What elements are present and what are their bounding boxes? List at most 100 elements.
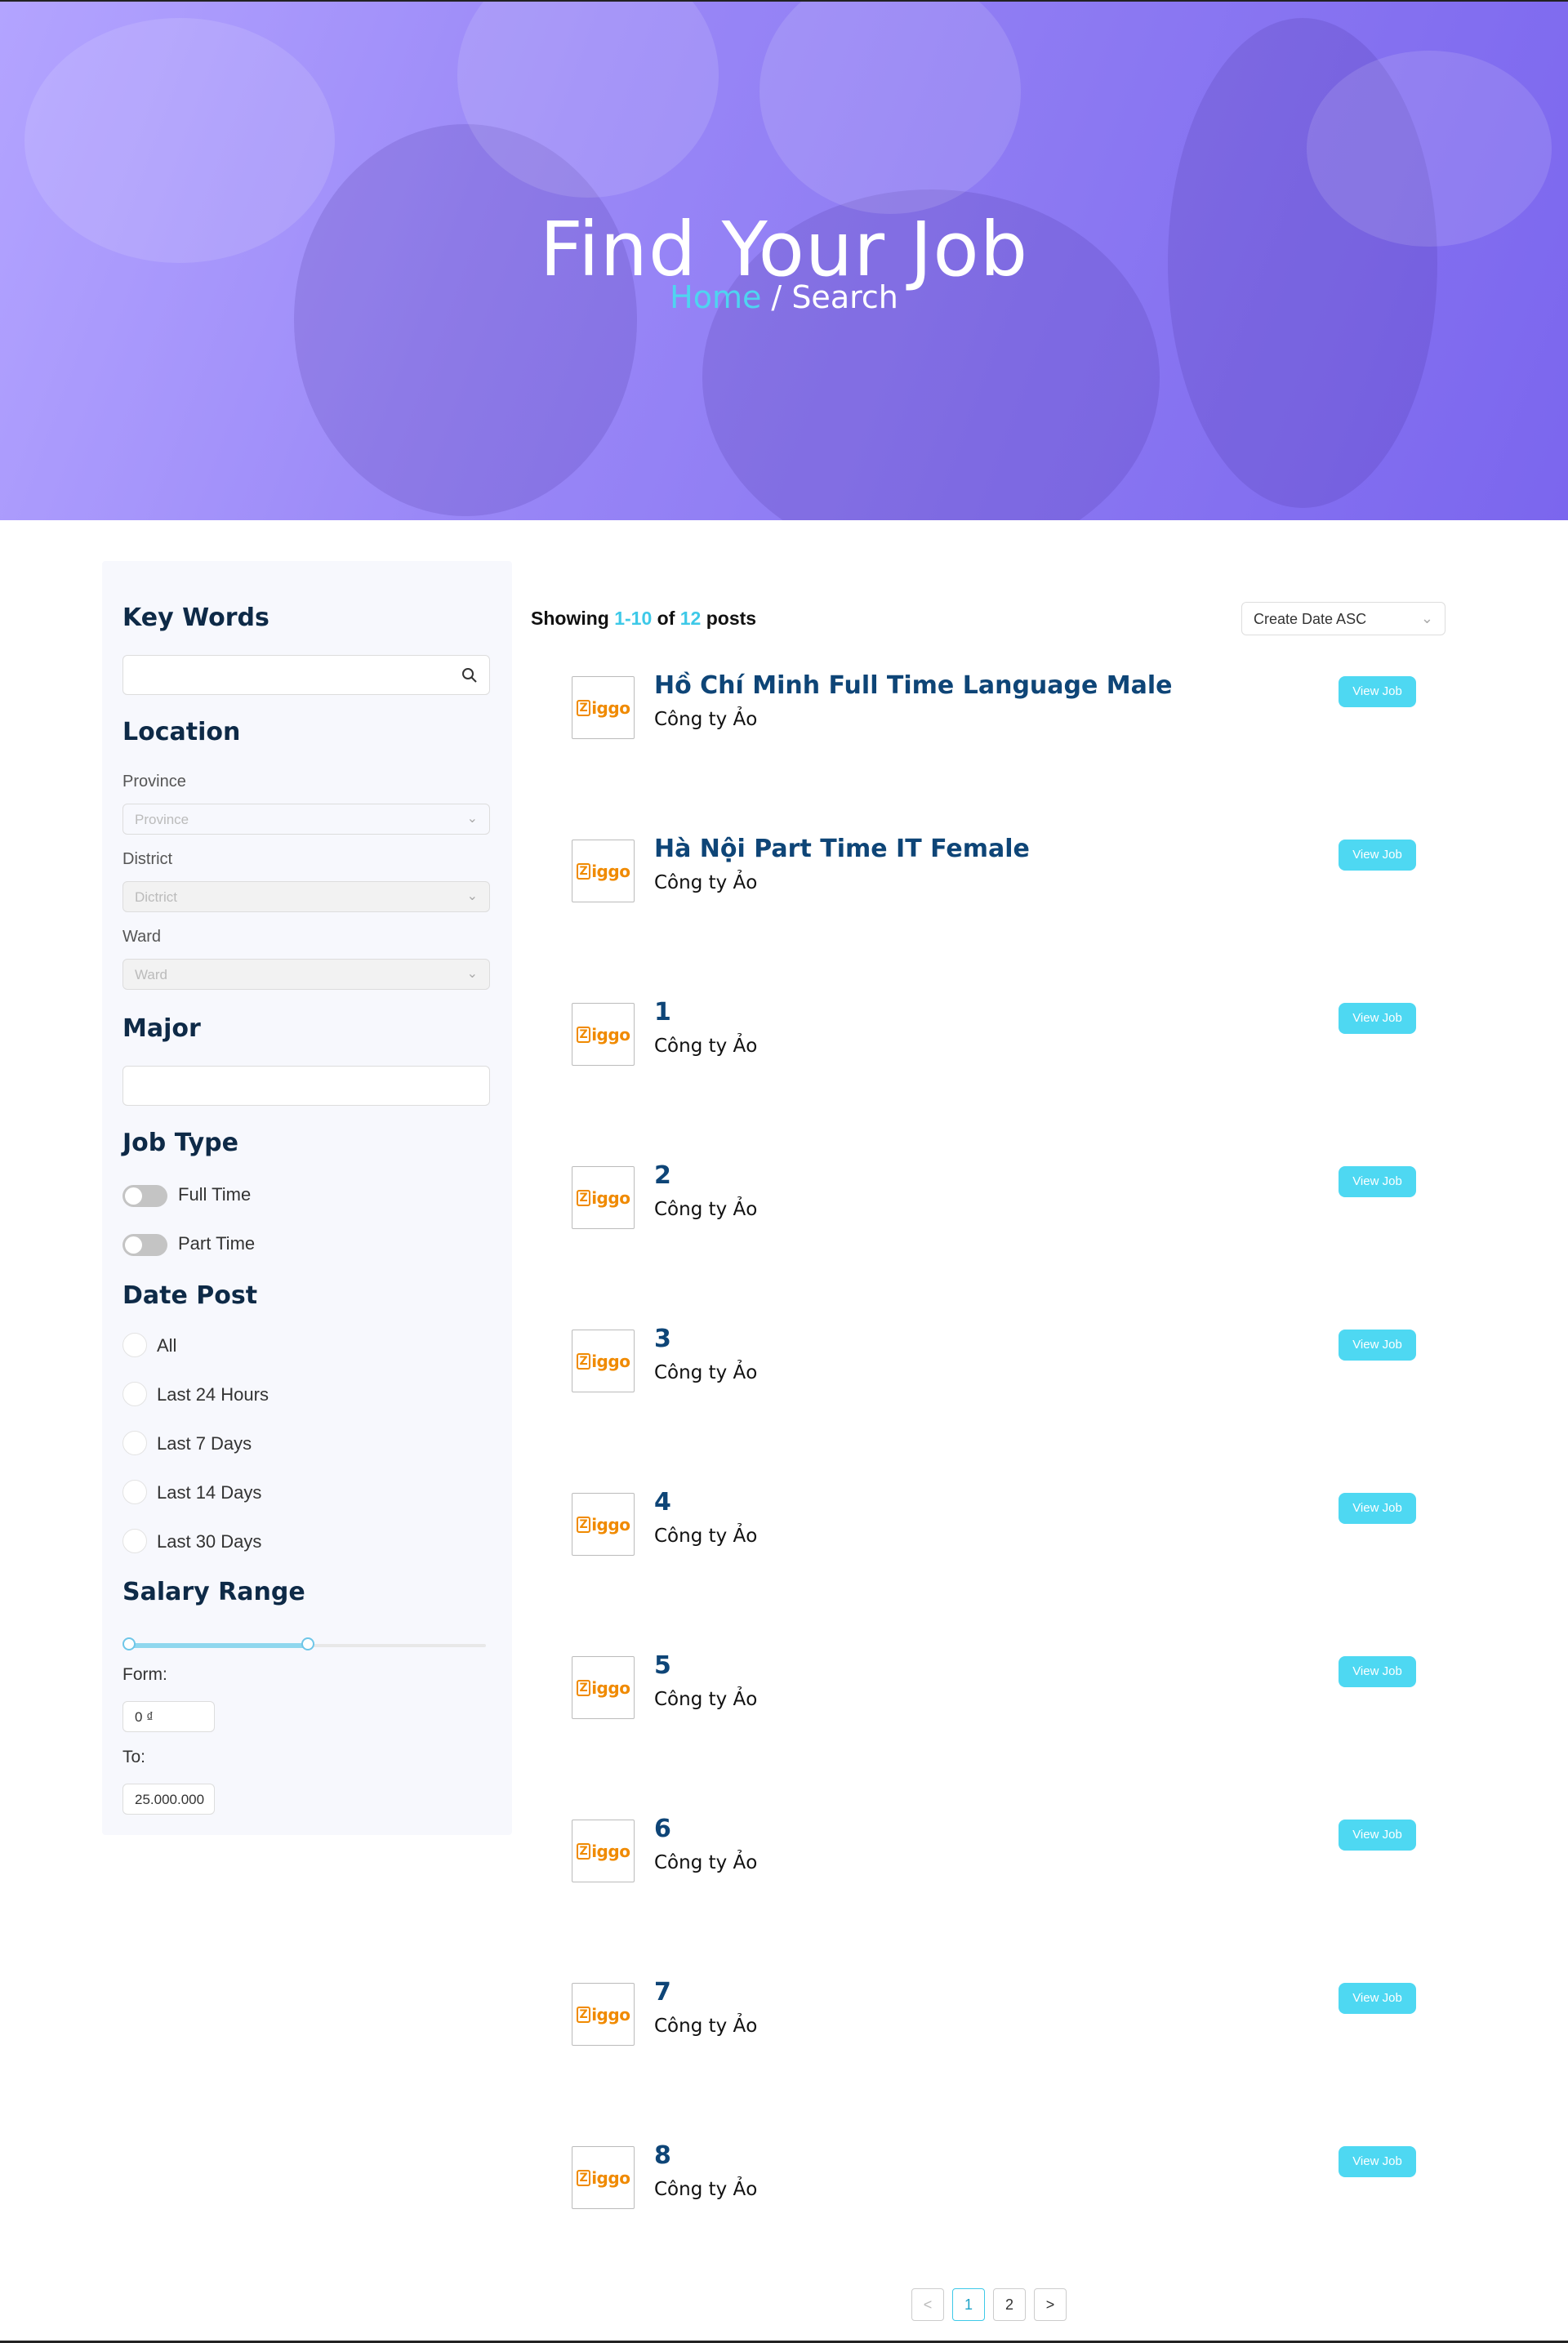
full-time-label: Full Time [178, 1184, 252, 1205]
date-post-label: Last 30 Days [157, 1531, 262, 1552]
job-item: Ziggo 3 Công ty Ảo View Job [572, 1325, 1417, 1395]
job-title-link[interactable]: 1 [654, 998, 671, 1027]
company-logo-text: iggo [591, 1024, 630, 1045]
job-company: Công ty Ảo [654, 872, 758, 893]
company-logo[interactable]: Ziggo [572, 1656, 635, 1719]
view-job-button[interactable]: View Job [1339, 1656, 1416, 1687]
province-placeholder: Province [135, 812, 189, 827]
job-item: Ziggo 7 Công ty Ảo View Job [572, 1978, 1417, 2048]
company-logo-text: iggo [591, 1841, 630, 1861]
ziggo-logo-mark: Z [576, 2006, 591, 2023]
date-post-radio-14d[interactable] [122, 1480, 147, 1504]
job-item: Ziggo 6 Công ty Ảo View Job [572, 1815, 1417, 1885]
date-post-radio-30d[interactable] [122, 1529, 147, 1553]
keywords-heading: Key Words [122, 604, 270, 632]
job-item: Ziggo Hồ Chí Minh Full Time Language Mal… [572, 671, 1417, 742]
results-of: of [652, 608, 680, 629]
view-job-button[interactable]: View Job [1339, 2146, 1416, 2177]
results-count: Showing 1-10 of 12 posts [531, 608, 756, 630]
ziggo-logo-mark: Z [576, 1679, 591, 1696]
company-logo[interactable]: Ziggo [572, 1983, 635, 2046]
job-company: Công ty Ảo [654, 1036, 758, 1057]
company-logo[interactable]: Ziggo [572, 676, 635, 739]
pagination-page-2[interactable]: 2 [993, 2288, 1026, 2321]
view-job-button[interactable]: View Job [1339, 676, 1416, 707]
job-item: Ziggo Hà Nội Part Time IT Female Công ty… [572, 835, 1417, 905]
job-type-heading: Job Type [122, 1129, 238, 1157]
ziggo-logo-mark: Z [576, 862, 591, 880]
pagination-prev-button[interactable]: < [911, 2288, 944, 2321]
company-logo-text: iggo [591, 2167, 630, 2188]
ward-select[interactable]: Ward ⌄ [122, 959, 490, 990]
company-logo[interactable]: Ziggo [572, 1493, 635, 1556]
breadcrumb: Home / Search [0, 279, 1568, 315]
ziggo-logo-mark: Z [576, 1516, 591, 1533]
salary-slider-max-handle[interactable] [301, 1637, 314, 1650]
job-title-link[interactable]: Hà Nội Part Time IT Female [654, 835, 1030, 863]
date-post-radio-all[interactable] [122, 1333, 147, 1357]
company-logo-text: iggo [591, 861, 630, 881]
ward-label: Ward [122, 928, 162, 946]
date-post-heading: Date Post [122, 1281, 258, 1310]
job-title-link[interactable]: 5 [654, 1651, 671, 1680]
job-company: Công ty Ảo [654, 1362, 758, 1383]
salary-from-label: Form: [122, 1665, 167, 1684]
date-post-label: Last 24 Hours [157, 1384, 269, 1405]
job-title-link[interactable]: 7 [654, 1978, 671, 2007]
salary-slider-min-handle[interactable] [122, 1637, 136, 1650]
results-range: 1-10 [614, 608, 653, 629]
view-job-button[interactable]: View Job [1339, 1166, 1416, 1197]
company-logo[interactable]: Ziggo [572, 1820, 635, 1882]
job-item: Ziggo 4 Công ty Ảo View Job [572, 1488, 1417, 1558]
salary-to-input[interactable]: 25.000.000 [122, 1784, 215, 1815]
keywords-search-input[interactable] [122, 655, 490, 695]
company-logo-text: iggo [591, 1677, 630, 1698]
province-select[interactable]: Province ⌄ [122, 804, 490, 835]
date-post-radio-24h[interactable] [122, 1382, 147, 1406]
view-job-button[interactable]: View Job [1339, 1983, 1416, 2014]
salary-from-input[interactable]: 0 ₫ [122, 1701, 215, 1732]
ziggo-logo-mark: Z [576, 1842, 591, 1860]
job-title-link[interactable]: 2 [654, 1161, 671, 1190]
company-logo-text: iggo [591, 697, 630, 718]
view-job-button[interactable]: View Job [1339, 1330, 1416, 1361]
job-title-link[interactable]: 3 [654, 1325, 671, 1353]
company-logo[interactable]: Ziggo [572, 1166, 635, 1229]
view-job-button[interactable]: View Job [1339, 1003, 1416, 1034]
company-logo[interactable]: Ziggo [572, 1003, 635, 1066]
job-company: Công ty Ảo [654, 1852, 758, 1873]
breadcrumb-home-link[interactable]: Home [670, 279, 761, 315]
job-title-link[interactable]: 8 [654, 2141, 671, 2170]
job-company: Công ty Ảo [654, 709, 758, 730]
view-job-button[interactable]: View Job [1339, 840, 1416, 871]
pagination-next-button[interactable]: > [1034, 2288, 1067, 2321]
date-post-label: Last 7 Days [157, 1433, 252, 1454]
district-select[interactable]: Dictrict ⌄ [122, 881, 490, 912]
part-time-toggle[interactable] [122, 1234, 167, 1256]
major-input[interactable] [122, 1066, 490, 1106]
results-total: 12 [679, 608, 702, 629]
company-logo[interactable]: Ziggo [572, 840, 635, 902]
company-logo[interactable]: Ziggo [572, 2146, 635, 2209]
job-company: Công ty Ảo [654, 1199, 758, 1220]
results-suffix: posts [701, 608, 757, 629]
sort-selected: Create Date ASC [1254, 611, 1367, 627]
search-icon[interactable] [461, 667, 478, 684]
company-logo[interactable]: Ziggo [572, 1330, 635, 1392]
chevron-down-icon: ⌄ [466, 967, 478, 981]
job-title-link[interactable]: 4 [654, 1488, 671, 1517]
salary-to-label: To: [122, 1748, 146, 1766]
date-post-label: All [157, 1335, 177, 1356]
date-post-radio-7d[interactable] [122, 1431, 147, 1455]
salary-slider-fill [129, 1643, 308, 1648]
salary-range-heading: Salary Range [122, 1578, 305, 1606]
company-logo-text: iggo [591, 1187, 630, 1208]
job-title-link[interactable]: Hồ Chí Minh Full Time Language Male [654, 671, 1173, 700]
hero-banner: Find Your Job Home / Search [0, 0, 1568, 520]
view-job-button[interactable]: View Job [1339, 1820, 1416, 1851]
sort-select[interactable]: Create Date ASC ⌄ [1241, 602, 1446, 635]
job-title-link[interactable]: 6 [654, 1815, 671, 1843]
full-time-toggle[interactable] [122, 1185, 167, 1207]
pagination-page-1[interactable]: 1 [952, 2288, 985, 2321]
view-job-button[interactable]: View Job [1339, 1493, 1416, 1524]
